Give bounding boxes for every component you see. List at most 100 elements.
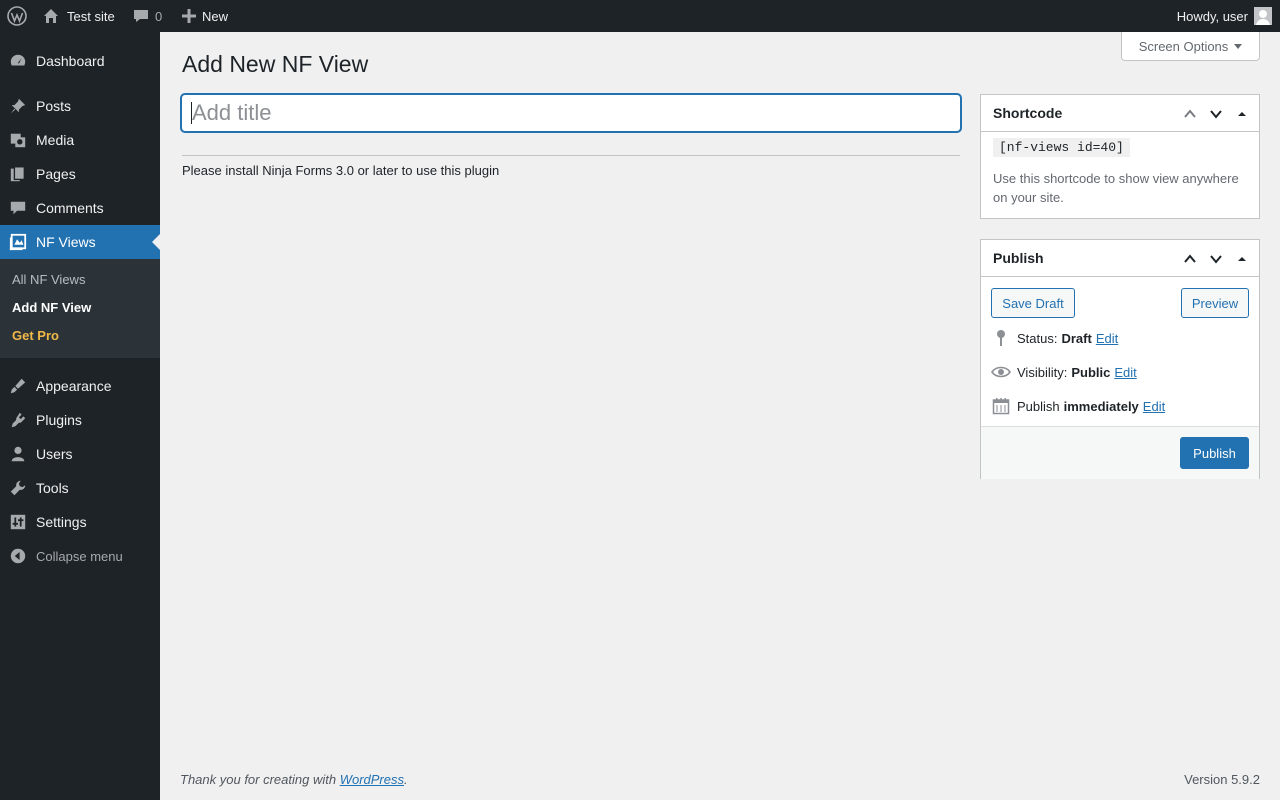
new-label: New	[202, 8, 229, 24]
menu-label: Comments	[36, 200, 104, 216]
divider	[182, 155, 960, 156]
screen-options-label: Screen Options	[1138, 38, 1229, 54]
settings-icon	[0, 513, 36, 531]
calendar-icon	[991, 397, 1011, 415]
footer-thanks-suffix: .	[404, 772, 408, 787]
menu-label: Appearance	[36, 378, 112, 394]
status-label: Status:	[1017, 330, 1058, 346]
admin-bar: Test site 0 New Howdy, user	[0, 0, 1280, 32]
nf-views-icon	[0, 233, 36, 251]
comment-icon	[0, 199, 36, 217]
menu-item-settings[interactable]: Settings	[0, 505, 160, 539]
publish-postbox: Publish Save Draft Preview Status: Draft…	[980, 239, 1260, 479]
comments-link[interactable]: 0	[133, 0, 162, 32]
site-name: Test site	[67, 8, 115, 24]
menu-item-tools[interactable]: Tools	[0, 471, 160, 505]
menu-item-media[interactable]: Media	[0, 123, 160, 157]
text-cursor	[191, 102, 192, 124]
major-publishing-actions: Publish	[981, 426, 1259, 479]
footer-version: Version 5.9.2	[1184, 772, 1260, 787]
status-value: Draft	[1061, 330, 1092, 346]
menu-label: Pages	[36, 166, 76, 182]
menu-label: Media	[36, 132, 75, 148]
account-menu[interactable]: Howdy, user	[1177, 0, 1272, 32]
submenu-get-pro[interactable]: Get Pro	[12, 328, 59, 343]
brush-icon	[0, 377, 36, 395]
menu-item-dashboard[interactable]: Dashboard	[0, 44, 160, 78]
media-icon	[0, 131, 36, 149]
menu-label: Collapse menu	[36, 548, 123, 564]
preview-button[interactable]: Preview	[1181, 288, 1249, 318]
pages-icon	[0, 165, 36, 183]
menu-item-plugins[interactable]: Plugins	[0, 403, 160, 437]
caret-down-icon	[1234, 43, 1243, 49]
collapse-arrow-icon	[0, 548, 36, 564]
shortcode-description: Use this shortcode to show view anywhere…	[993, 171, 1239, 205]
shortcode-postbox: Shortcode [nf-views id=40] Use this shor…	[980, 94, 1260, 219]
nf-views-submenu: All NF Views Add NF View Get Pro	[0, 259, 160, 358]
pin-status-icon	[991, 329, 1011, 347]
visibility-row: Visibility: Public Edit	[991, 362, 1137, 382]
avatar	[1254, 7, 1272, 25]
wordpress-link[interactable]: WordPress	[340, 772, 404, 787]
admin-sidebar: Dashboard Posts Media Pages Comments NF …	[0, 32, 160, 800]
menu-label: Settings	[36, 514, 87, 530]
dashboard-icon	[0, 52, 36, 70]
collapse-menu-button[interactable]: Collapse menu	[0, 539, 160, 573]
toggle-panel-icon[interactable]	[1233, 250, 1251, 268]
howdy-text: Howdy, user	[1176, 8, 1248, 24]
menu-item-comments[interactable]: Comments	[0, 191, 160, 225]
title-input[interactable]	[181, 94, 961, 132]
pin-icon	[0, 97, 36, 115]
shortcode-code: [nf-views id=40]	[993, 138, 1130, 157]
footer-thanks: Thank you for creating with WordPress.	[180, 772, 408, 787]
menu-label: NF Views	[36, 234, 96, 250]
save-draft-button[interactable]: Save Draft	[991, 288, 1075, 318]
edit-visibility-link[interactable]: Edit	[1114, 365, 1136, 380]
plugin-icon	[0, 411, 36, 429]
toggle-panel-icon[interactable]	[1233, 105, 1251, 123]
menu-label: Users	[36, 446, 73, 462]
status-row: Status: Draft Edit	[991, 328, 1118, 348]
eye-icon	[991, 365, 1011, 379]
edit-publish-time-link[interactable]: Edit	[1143, 399, 1165, 414]
menu-label: Plugins	[36, 412, 82, 428]
submenu-add-nf-view[interactable]: Add NF View	[12, 300, 91, 315]
edit-status-link[interactable]: Edit	[1096, 331, 1118, 346]
wrench-icon	[0, 479, 36, 497]
publish-time-label: Publish	[1017, 398, 1060, 414]
home-icon	[43, 8, 59, 24]
publish-button[interactable]: Publish	[1180, 437, 1249, 469]
postbox-header: Shortcode	[981, 95, 1259, 132]
postbox-header: Publish	[981, 240, 1259, 277]
visibility-value: Public	[1071, 364, 1111, 380]
plugin-notice: Please install Ninja Forms 3.0 or later …	[182, 163, 500, 178]
menu-item-nf-views[interactable]: NF Views	[0, 225, 160, 259]
publish-time-value: immediately	[1063, 398, 1139, 414]
move-up-icon[interactable]	[1181, 250, 1199, 268]
menu-label: Tools	[36, 480, 69, 496]
postbox-title: Publish	[993, 250, 1044, 266]
publish-time-row: Publish immediately Edit	[991, 396, 1165, 416]
screen-options-button[interactable]: Screen Options	[1121, 32, 1260, 61]
move-up-icon[interactable]	[1181, 105, 1199, 123]
move-down-icon[interactable]	[1207, 105, 1225, 123]
menu-label: Posts	[36, 98, 72, 114]
user-icon	[0, 445, 36, 463]
menu-item-pages[interactable]: Pages	[0, 157, 160, 191]
new-content-link[interactable]: New	[182, 0, 228, 32]
page-title: Add New NF View	[182, 51, 369, 77]
wordpress-logo-icon[interactable]	[7, 0, 27, 32]
visibility-label: Visibility:	[1017, 364, 1068, 380]
menu-label: Dashboard	[36, 53, 105, 69]
menu-item-appearance[interactable]: Appearance	[0, 369, 160, 403]
site-name-link[interactable]: Test site	[43, 0, 115, 32]
menu-item-users[interactable]: Users	[0, 437, 160, 471]
postbox-title: Shortcode	[993, 105, 1063, 121]
footer-thanks-prefix: Thank you for creating with	[180, 772, 340, 787]
move-down-icon[interactable]	[1207, 250, 1225, 268]
comment-bubble-icon	[133, 8, 149, 24]
comments-count: 0	[155, 8, 163, 24]
menu-item-posts[interactable]: Posts	[0, 89, 160, 123]
submenu-all-nf-views[interactable]: All NF Views	[12, 272, 85, 287]
